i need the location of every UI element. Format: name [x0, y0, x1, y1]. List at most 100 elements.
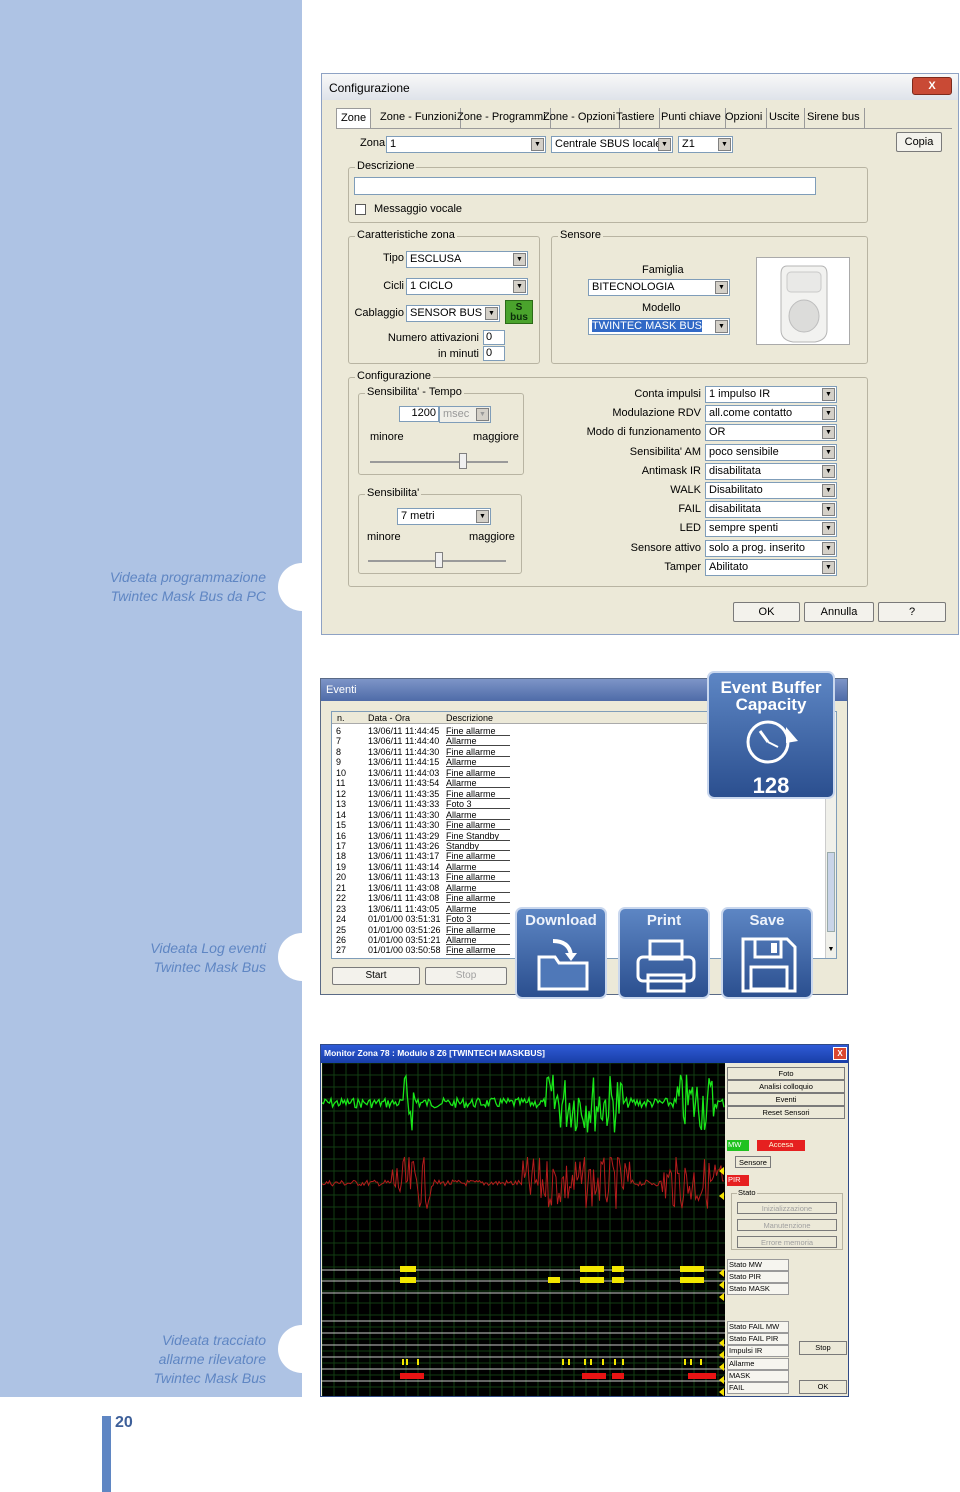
ok-button[interactable]: OK	[799, 1380, 847, 1394]
numero-attivazioni-input[interactable]: 0	[483, 330, 505, 345]
stop-button[interactable]: Stop	[425, 967, 507, 985]
modello-select[interactable]: TWINTEC MASK BUS ▼	[588, 318, 730, 335]
trace-label-allarme: Allarme	[727, 1358, 789, 1370]
chevron-down-icon: ▼	[822, 522, 835, 536]
tab-zone-funzioni[interactable]: Zone - Funzioni	[376, 108, 462, 128]
cell-n: 25	[336, 924, 347, 935]
table-row[interactable]: 14 13/06/11 11:43:30 Allarme	[332, 810, 827, 820]
table-row[interactable]: 18 13/06/11 11:43:17 Fine allarme	[332, 851, 827, 862]
state-block	[680, 1277, 704, 1283]
sensibilita-group: Sensibilita' 7 metri ▼ minore maggiore	[358, 487, 522, 574]
sensibilita-slider-handle[interactable]	[435, 552, 443, 568]
in-minuti-input[interactable]: 0	[483, 346, 505, 361]
option-select[interactable]: disabilitata ▼	[705, 462, 837, 480]
table-row[interactable]: 17 13/06/11 11:43:26 Standby	[332, 841, 827, 851]
foto-button[interactable]: Foto	[727, 1067, 845, 1080]
cell-data-ora: 13/06/11 11:43:17	[368, 851, 440, 862]
option-value: disabilitata	[709, 503, 761, 516]
close-button[interactable]: X	[912, 77, 952, 95]
option-value: solo a prog. inserito	[709, 541, 805, 554]
table-row[interactable]: 15 13/06/11 11:43:30 Fine allarme	[332, 820, 827, 831]
option-select[interactable]: 1 impulso IR ▼	[705, 386, 837, 403]
capacity-value: 128	[752, 773, 790, 798]
sensore-button[interactable]: Sensore	[735, 1156, 771, 1168]
chevron-down-icon: ▼	[658, 138, 671, 151]
page-number: 20	[115, 1414, 133, 1431]
cell-n: 22	[336, 893, 347, 904]
option-select[interactable]: disabilitata ▼	[705, 501, 837, 519]
tab-opzioni[interactable]: Opzioni	[721, 108, 768, 128]
option-select[interactable]: all.come contatto ▼	[705, 405, 837, 423]
download-button[interactable]: Download	[515, 907, 607, 999]
capacity-title: Event Buffer Capacity	[720, 678, 822, 714]
tab-tastiere[interactable]: Tastiere	[612, 108, 660, 128]
chevron-down-icon[interactable]: ▼	[827, 946, 835, 956]
analisi-colloquio-button[interactable]: Analisi colloquio	[727, 1080, 845, 1093]
table-row[interactable]: 19 13/06/11 11:43:14 Allarme	[332, 862, 827, 872]
trace-label-fail: FAIL	[727, 1382, 789, 1394]
option-select[interactable]: OR ▼	[705, 424, 837, 442]
centrale-select[interactable]: Centrale SBUS locale ▼	[551, 136, 673, 153]
cicli-label: Cicli	[383, 280, 404, 292]
inizializzazione-button[interactable]: Inizializzazione	[737, 1202, 837, 1214]
option-select[interactable]: Abilitato ▼	[705, 558, 837, 576]
stato-title: Stato	[737, 1188, 757, 1197]
tab-sirene-bus[interactable]: Sirene bus	[803, 108, 865, 128]
cell-n: 24	[336, 914, 347, 925]
impulse-tick	[406, 1359, 408, 1365]
table-row[interactable]: 22 13/06/11 11:43:08 Fine allarme	[332, 893, 827, 904]
caption-tracciato: Videata tracciato allarme rilevatore Twi…	[6, 1331, 266, 1388]
ok-button[interactable]: OK	[733, 602, 800, 622]
impulse-tick	[602, 1359, 604, 1365]
cablaggio-select[interactable]: SENSOR BUS ▼	[406, 305, 500, 322]
help-button[interactable]: ?	[878, 602, 946, 622]
options-list: Conta impulsi 1 impulso IR ▼ Modulazione RD…	[529, 386, 869, 586]
z-select[interactable]: Z1 ▼	[678, 136, 733, 153]
sensor-photo	[756, 257, 850, 345]
table-row[interactable]: 16 13/06/11 11:43:29 Fine Standby	[332, 831, 827, 841]
tab-punti-chiave[interactable]: Punti chiave	[657, 108, 726, 128]
save-button[interactable]: Save	[721, 907, 813, 999]
tab-zone-programmi[interactable]: Zone - Programmi	[453, 108, 551, 128]
tab-uscite[interactable]: Uscite	[765, 108, 805, 128]
caption-programmazione: Videata programmazione Twintec Mask Bus …	[6, 568, 266, 606]
chevron-down-icon: ▼	[822, 407, 835, 421]
cell-data-ora: 13/06/11 11:43:14	[368, 861, 440, 872]
option-select[interactable]: poco sensibile ▼	[705, 443, 837, 461]
stop-button[interactable]: Stop	[799, 1341, 847, 1355]
cicli-select[interactable]: 1 CICLO ▼	[406, 278, 528, 295]
tipo-select[interactable]: ESCLUSA ▼	[406, 251, 528, 268]
copia-button[interactable]: Copia	[896, 132, 942, 152]
annulla-button[interactable]: Annulla	[804, 602, 874, 622]
cell-n: 17	[336, 840, 347, 851]
table-row[interactable]: 21 13/06/11 11:43:08 Allarme	[332, 883, 827, 893]
famiglia-select[interactable]: BITECNOLOGIA ▼	[588, 279, 730, 296]
messaggio-vocale-checkbox[interactable]	[355, 204, 366, 215]
print-button[interactable]: Print	[618, 907, 710, 999]
close-button[interactable]: X	[833, 1047, 847, 1060]
table-row[interactable]: 13 13/06/11 11:43:33 Foto 3	[332, 799, 827, 810]
option-select[interactable]: sempre spenti ▼	[705, 520, 837, 538]
maggiore-label: maggiore	[473, 431, 519, 443]
scroll-thumb[interactable]	[827, 852, 835, 932]
sens-tempo-unit-select[interactable]: msec ▼	[439, 406, 491, 423]
tab-zone[interactable]: Zone	[336, 108, 372, 128]
sens-tempo-slider-handle[interactable]	[459, 453, 467, 469]
sbus-badge: S bus	[505, 300, 533, 324]
table-row[interactable]: 20 13/06/11 11:43:13 Fine allarme	[332, 872, 827, 883]
sensibilita-select[interactable]: 7 metri ▼	[397, 508, 491, 525]
option-select[interactable]: solo a prog. inserito ▼	[705, 539, 837, 557]
option-select[interactable]: Disabilitato ▼	[705, 482, 837, 499]
eventi-button[interactable]: Eventi	[727, 1093, 845, 1106]
reset-sensori-button[interactable]: Reset Sensori	[727, 1106, 845, 1119]
option-value: disabilitata	[709, 464, 761, 477]
errore-memoria-button[interactable]: Errore memoria	[737, 1236, 837, 1248]
config-titlebar: Configurazione X	[322, 74, 958, 100]
manutenzione-button[interactable]: Manutenzione	[737, 1219, 837, 1231]
start-button[interactable]: Start	[332, 967, 420, 985]
tab-zone-opzioni[interactable]: Zone - Opzioni	[539, 108, 621, 128]
descrizione-input[interactable]	[354, 177, 816, 195]
sens-tempo-input[interactable]: 1200	[399, 406, 439, 422]
trace-label-mask: MASK	[727, 1370, 789, 1382]
zona-select[interactable]: 1 ▼	[386, 136, 546, 153]
